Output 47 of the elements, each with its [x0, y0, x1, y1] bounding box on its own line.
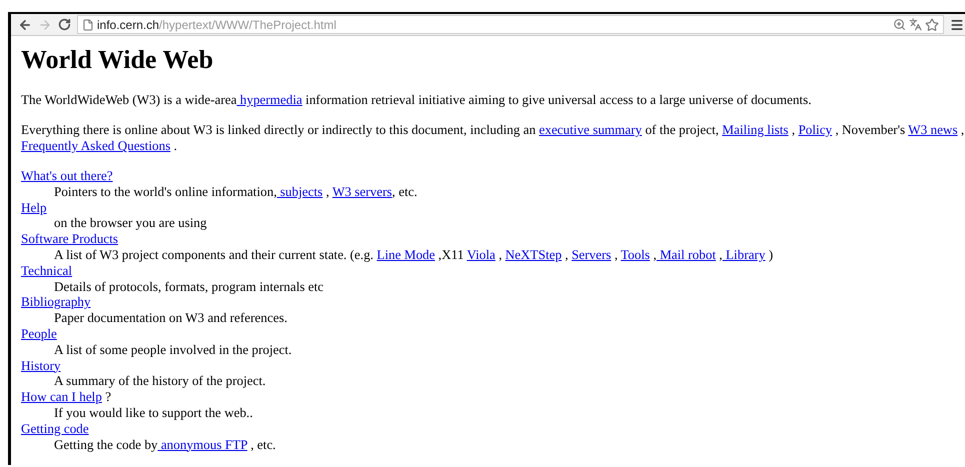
link[interactable]: NeXTStep [505, 246, 562, 262]
url: info.cern.ch/hypertext/WWW/TheProject.html [97, 16, 336, 34]
entry-term: How can I help ? [21, 389, 112, 405]
link[interactable]: W3 news [908, 122, 958, 137]
link[interactable]: hypermedia [236, 92, 302, 107]
link[interactable]: W3 servers [332, 184, 392, 199]
link[interactable]: Technical [21, 262, 72, 278]
entry-description: If you would like to support the web.. [53, 404, 254, 421]
link[interactable]: subjects [276, 184, 323, 199]
entry-description: A summary of the history of the project. [53, 373, 267, 390]
translate-icon[interactable] [909, 18, 922, 31]
back-icon[interactable] [18, 18, 32, 32]
link[interactable]: Library [722, 246, 766, 262]
link[interactable]: Bibliography [21, 294, 91, 310]
entry-description: Pointers to the world's online information, subjects , W3 servers, etc. [53, 184, 418, 200]
link[interactable]: Frequently Asked Questions [21, 138, 170, 153]
paragraph: Everything there is online about W3 is linked directly or indirectly to this document, including an executive summary of the project, Mailing lists , Policy , November's W3 news , Frequently Asked Questions . [21, 122, 965, 154]
link[interactable]: Getting code [21, 420, 89, 436]
zoom-icon[interactable] [893, 18, 906, 31]
entry-description: Details of protocols, formats, program internals etc [53, 278, 325, 294]
link[interactable]: anonymous FTP [158, 436, 248, 452]
reload-icon[interactable] [58, 18, 71, 31]
link[interactable]: executive summary [539, 122, 642, 137]
link[interactable]: History [21, 358, 61, 373]
link[interactable]: Servers [572, 246, 612, 262]
link[interactable]: Mail robot [656, 246, 716, 262]
entry-description: Paper documentation on W3 and references. [53, 310, 288, 326]
page-icon [82, 18, 94, 30]
link[interactable]: People [21, 326, 57, 341]
link[interactable]: Help [21, 200, 47, 215]
entry-description: A list of some people involved in the project. [53, 342, 293, 358]
link[interactable]: What's out there? [21, 168, 113, 183]
entry-description: A list of W3 project components and their current state. (e.g. Line Mode ,X11 Viola , NeXTStep , Servers , Tools , Mail robot , Library ) [53, 246, 774, 263]
link[interactable]: Mailing lists [722, 122, 788, 137]
link[interactable]: Line Mode [376, 246, 435, 262]
link[interactable]: How can I help [21, 389, 102, 404]
paragraph: The WorldWideWeb (W3) is a wide-area hypermedia information retrieval initiative aiming to give universal access to a large universe of documents. [21, 92, 812, 108]
address-bar[interactable]: info.cern.ch/hypertext/WWW/TheProject.html [77, 15, 944, 34]
link[interactable]: Software Products [21, 231, 118, 246]
entry-description: Getting the code by anonymous FTP , etc. [53, 436, 277, 452]
entry-description: on the browser you are using [53, 215, 208, 232]
link[interactable]: Tools [620, 246, 650, 262]
link[interactable]: Policy [798, 122, 832, 137]
menu-icon[interactable] [950, 18, 964, 32]
star-icon[interactable] [925, 18, 939, 32]
link[interactable]: Viola [466, 246, 496, 262]
page-title: World Wide Web [21, 45, 214, 75]
